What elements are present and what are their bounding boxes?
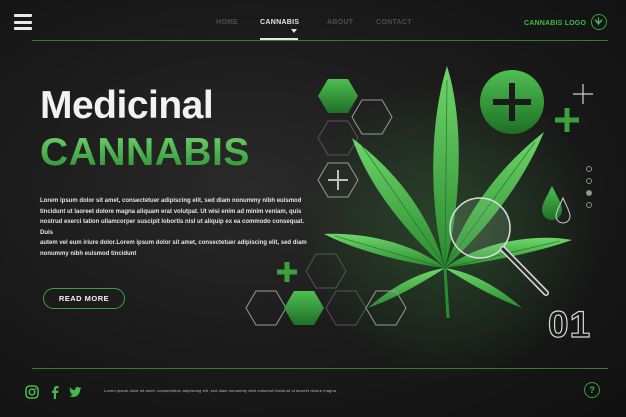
slide-dot-active[interactable] xyxy=(586,190,592,196)
hero-title-line1: Medicinal xyxy=(40,84,214,127)
hexagon-filled xyxy=(318,79,358,113)
nav-item-about[interactable]: ABOUT xyxy=(327,19,353,26)
read-more-button[interactable]: READ MORE xyxy=(43,288,125,309)
body-line: nonummy nibh euismod tincidunt xyxy=(40,250,137,257)
nav-item-contact[interactable]: CONTACT xyxy=(376,19,412,26)
nav-item-home[interactable]: HOME xyxy=(216,19,238,26)
slide-dots xyxy=(586,166,594,214)
hexagon-outline xyxy=(245,290,287,326)
slide-dot[interactable] xyxy=(586,202,592,208)
body-line: tincidunt ut laoreet dolore magna aliqua… xyxy=(40,208,302,215)
logo-text[interactable]: CANNABIS LOGO xyxy=(524,20,586,27)
nav-item-cannabis[interactable]: CANNABIS xyxy=(260,19,299,26)
logo-leaf-icon[interactable] xyxy=(591,14,607,30)
slide-dot[interactable] xyxy=(586,178,592,184)
chevron-down-icon xyxy=(291,29,297,33)
twitter-icon[interactable] xyxy=(68,385,82,399)
help-icon[interactable]: ? xyxy=(584,382,600,398)
body-line: nostrud exerci tation ullamcorper suscip… xyxy=(40,219,305,236)
hero-title-line2: CANNABIS xyxy=(40,131,250,174)
plus-outline-icon xyxy=(573,84,593,104)
plus-icon xyxy=(277,262,297,282)
instagram-icon[interactable] xyxy=(25,385,39,399)
slide-dot[interactable] xyxy=(586,166,592,172)
footer-text: Lorem ipsum dolor sit amet, consectetuer… xyxy=(104,388,336,393)
hero-body-text: Lorem ipsum dolor sit amet, consectetuer… xyxy=(40,196,312,259)
landing-page: HOME CANNABIS ABOUT CONTACT CANNABIS LOG… xyxy=(0,0,626,417)
body-line: autem vel eum iriure dolor.Lorem ipsum d… xyxy=(40,240,307,246)
footer-divider xyxy=(32,368,608,369)
slide-number: 01 xyxy=(547,304,592,345)
facebook-icon[interactable] xyxy=(48,385,62,399)
body-line: Lorem ipsum dolor sit amet, consectetuer… xyxy=(40,198,302,204)
header-divider xyxy=(32,40,608,41)
